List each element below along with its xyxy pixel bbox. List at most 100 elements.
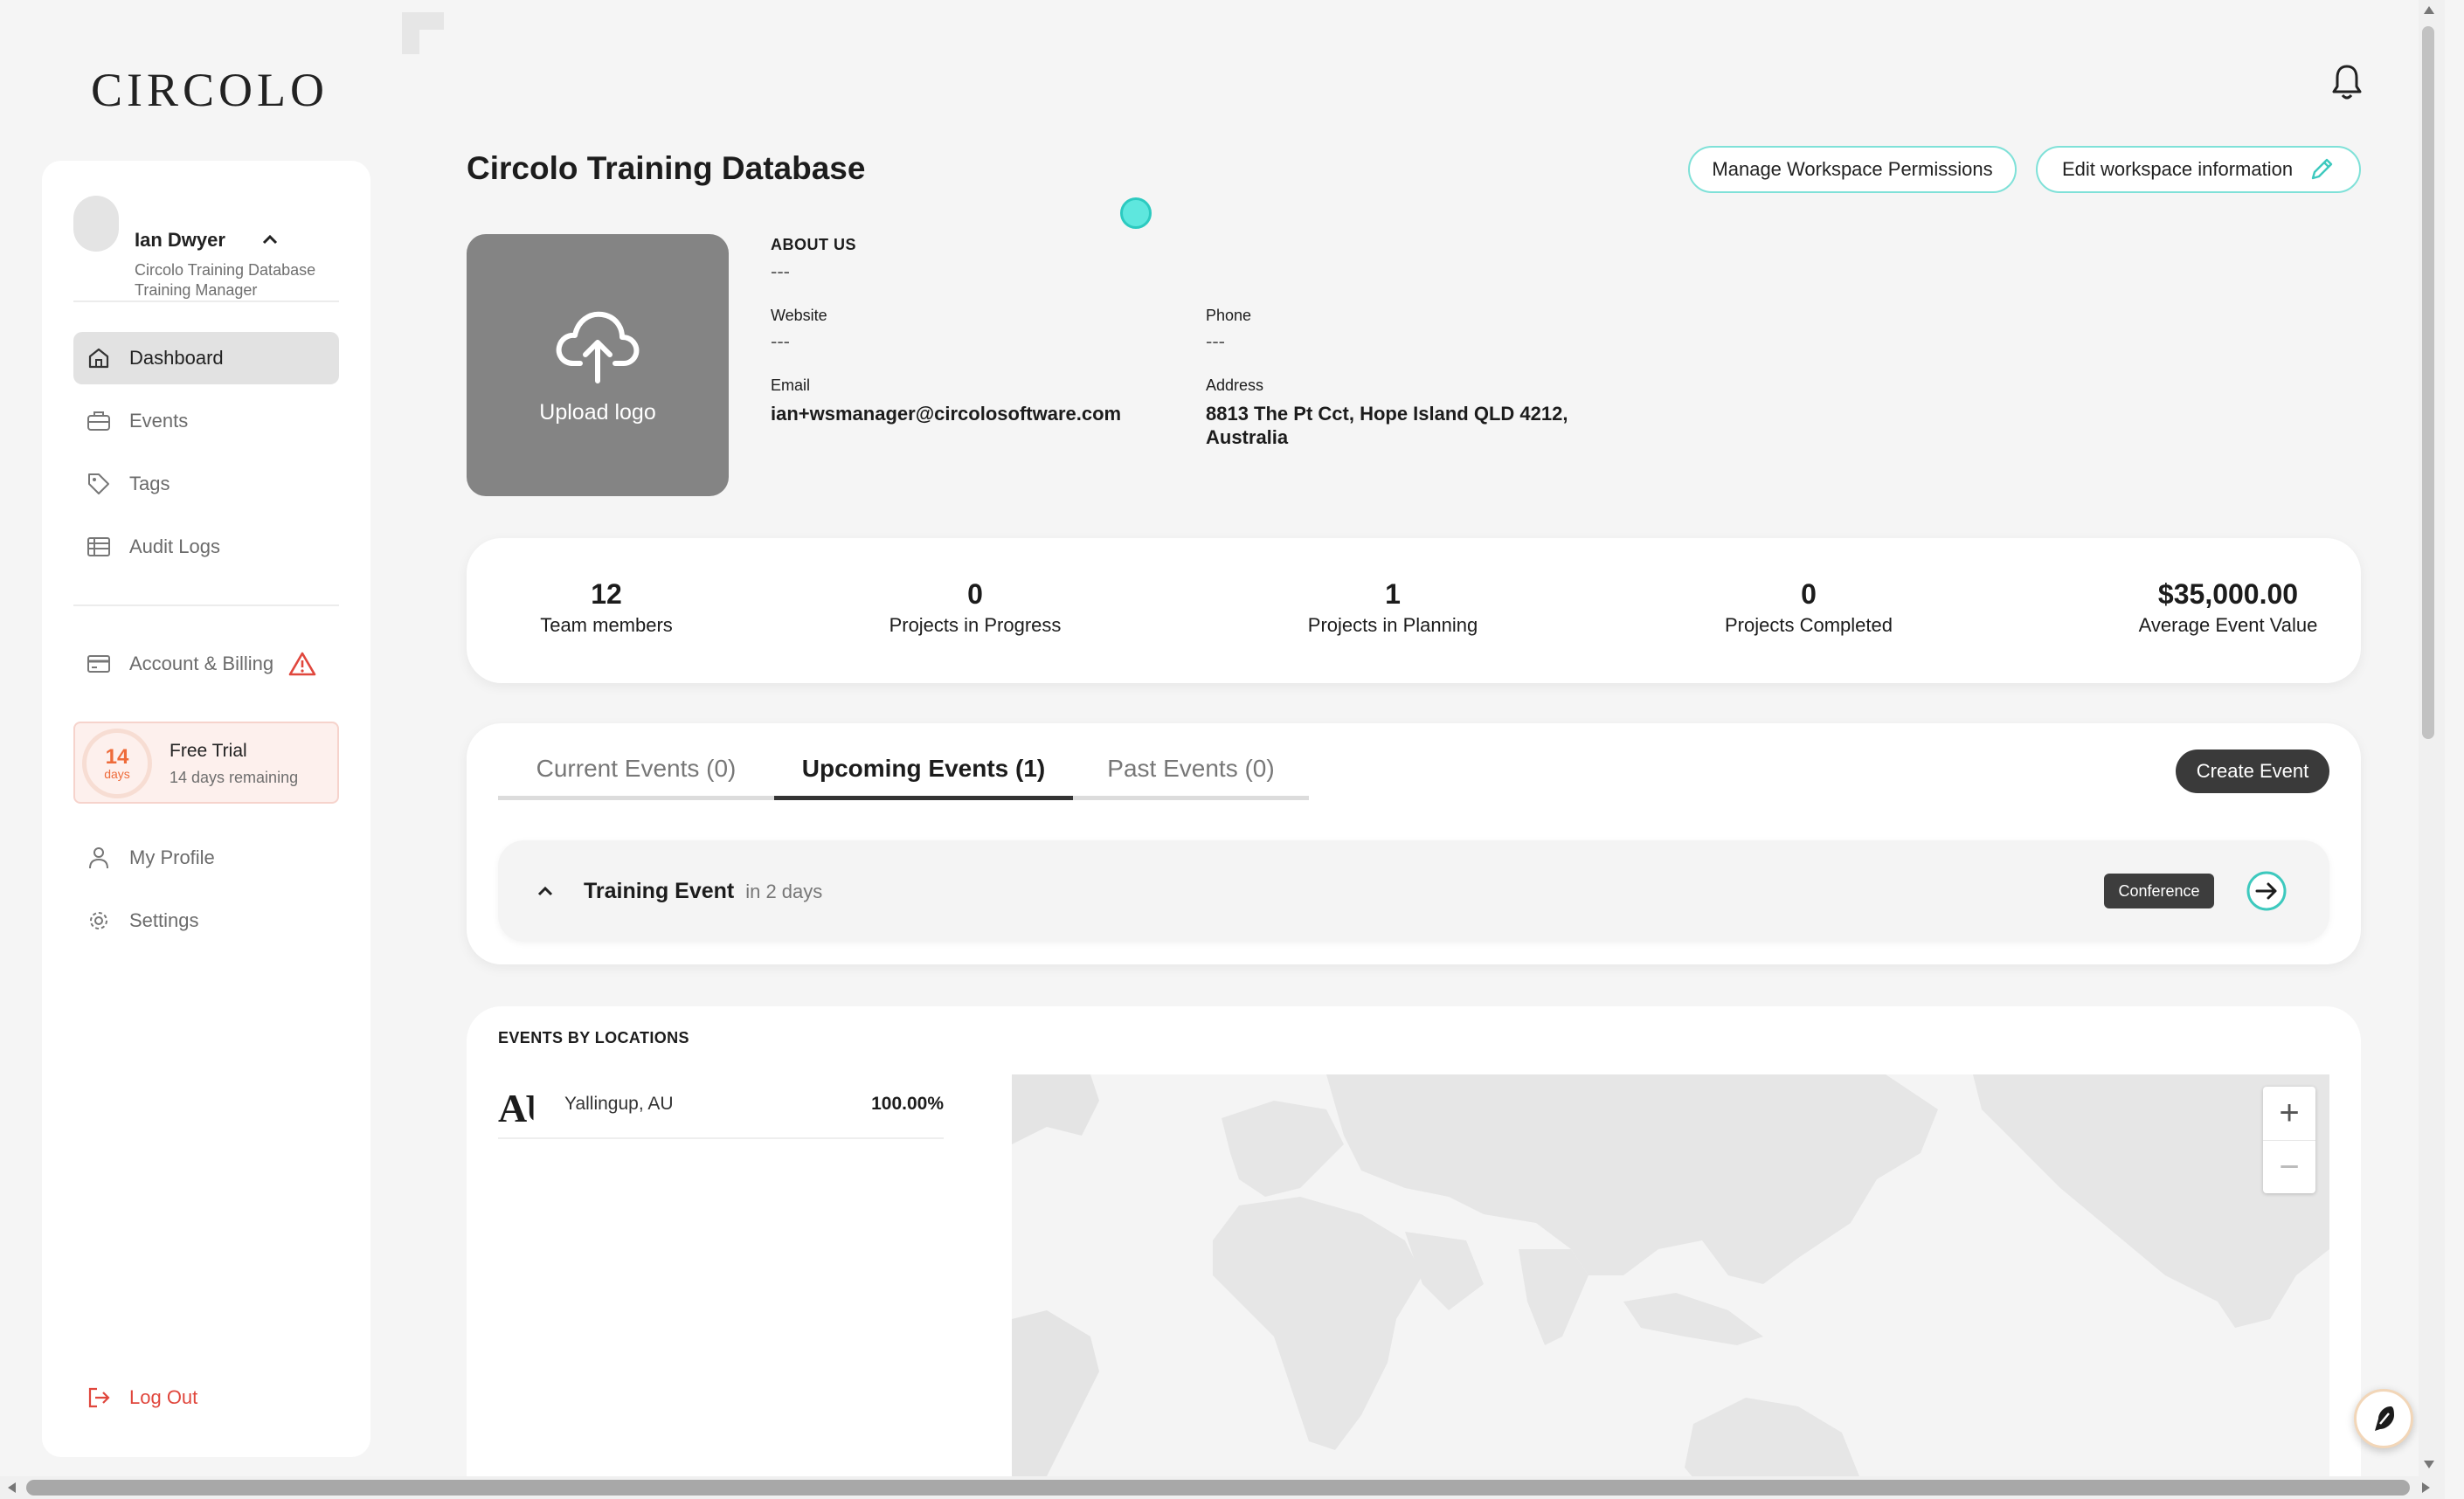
- sidebar-item-events[interactable]: Events: [73, 395, 339, 447]
- bell-icon[interactable]: [2331, 63, 2363, 101]
- sidebar-item-label: Account & Billing: [129, 653, 274, 674]
- cloud-upload-icon: [556, 311, 640, 383]
- sidebar: Ian Dwyer Circolo Training Database Trai…: [42, 161, 370, 1457]
- sidebar-item-dashboard[interactable]: Dashboard: [73, 332, 339, 384]
- zoom-out-button[interactable]: −: [2263, 1140, 2315, 1193]
- sidebar-item-label: Settings: [129, 909, 199, 931]
- user-role: Training Manager: [135, 281, 258, 299]
- trial-days-unit: days: [104, 767, 130, 781]
- vertical-scroll-thumb[interactable]: [2422, 26, 2434, 739]
- stat-value: 0: [1801, 578, 1817, 610]
- scroll-down-arrow-icon[interactable]: [2422, 1459, 2436, 1471]
- about-us-label: ABOUT US: [771, 236, 856, 253]
- arrow-right-circle-icon[interactable]: [2246, 870, 2288, 912]
- divider: [73, 300, 339, 302]
- zoom-in-button[interactable]: +: [2263, 1087, 2315, 1140]
- stat-value: $35,000.00: [2157, 578, 2299, 610]
- email-value: ian+wsmanager@circolosoftware.com: [771, 403, 1122, 425]
- horizontal-scrollbar[interactable]: [0, 1476, 2445, 1499]
- location-name: Yallingup, AU: [564, 1094, 674, 1114]
- table-icon: [86, 534, 112, 560]
- about-us-value: ---: [771, 260, 790, 282]
- sidebar-item-my-profile[interactable]: My Profile: [73, 832, 339, 884]
- divider: [73, 604, 339, 606]
- user-menu[interactable]: Ian Dwyer Circolo Training Database Trai…: [73, 192, 344, 299]
- event-type-badge: Conference: [2104, 874, 2214, 908]
- stat-label: Team members: [540, 614, 673, 636]
- sidebar-item-label: Events: [129, 410, 189, 432]
- credit-card-icon: [86, 651, 112, 677]
- stat-team-members: 12 Team members: [467, 578, 746, 637]
- stat-value: 12: [591, 578, 622, 610]
- gear-icon: [86, 908, 112, 934]
- warning-icon: [288, 652, 316, 676]
- logout-icon: [86, 1385, 112, 1411]
- chat-icon: [2375, 1406, 2394, 1431]
- locations-title: EVENTS BY LOCATIONS: [498, 1029, 689, 1047]
- stat-label: Projects in Progress: [889, 614, 1062, 636]
- phone-value: ---: [1206, 330, 1225, 352]
- stat-label: Projects in Planning: [1307, 614, 1478, 636]
- sidebar-item-account-billing[interactable]: Account & Billing: [73, 638, 339, 690]
- home-icon: [86, 345, 112, 371]
- location-percent: 100.00%: [871, 1094, 944, 1114]
- briefcase-icon: [86, 408, 112, 434]
- scroll-left-arrow-icon[interactable]: [5, 1481, 17, 1495]
- tab-past-events[interactable]: Past Events (0): [1073, 755, 1309, 800]
- stat-label: Projects Completed: [1725, 614, 1893, 636]
- vertical-scrollbar[interactable]: [2419, 0, 2445, 1476]
- create-event-button[interactable]: Create Event: [2176, 750, 2329, 793]
- avatar: [73, 196, 119, 252]
- scroll-right-arrow-icon[interactable]: [2420, 1481, 2433, 1495]
- trial-days-number: 14: [105, 745, 129, 769]
- horizontal-scroll-thumb[interactable]: [26, 1480, 2410, 1496]
- upload-logo-button[interactable]: Upload logo: [467, 234, 729, 496]
- user-icon: [86, 845, 112, 871]
- edit-workspace-button[interactable]: Edit workspace information: [2036, 146, 2361, 193]
- event-row[interactable]: Training Event in 2 days Conference: [498, 840, 2329, 942]
- email-label: Email: [771, 376, 811, 394]
- stat-label: Average Event Value: [2138, 614, 2318, 636]
- user-name: Ian Dwyer: [135, 229, 225, 251]
- edit-workspace-label: Edit workspace information: [2061, 158, 2294, 180]
- tab-current-events[interactable]: Current Events (0): [498, 755, 774, 800]
- sidebar-item-label: Tags: [129, 473, 170, 494]
- sidebar-item-settings[interactable]: Settings: [73, 895, 339, 947]
- stat-projects-in-progress: 0 Projects in Progress: [835, 578, 1115, 637]
- stat-value: 1: [1385, 578, 1401, 610]
- stat-value: 0: [967, 578, 983, 610]
- scroll-up-arrow-icon[interactable]: [2422, 3, 2436, 16]
- sidebar-item-tags[interactable]: Tags: [73, 458, 339, 510]
- chevron-up-icon[interactable]: [535, 881, 556, 901]
- stat-average-event-value: $35,000.00 Average Event Value: [2088, 578, 2368, 637]
- upload-logo-label: Upload logo: [539, 400, 656, 425]
- logout-button[interactable]: Log Out: [73, 1371, 339, 1424]
- stat-projects-in-planning: 1 Projects in Planning: [1253, 578, 1533, 637]
- stat-projects-completed: 0 Projects Completed: [1669, 578, 1948, 637]
- help-chat-button[interactable]: [2354, 1389, 2413, 1448]
- sidebar-item-label: Audit Logs: [129, 535, 220, 557]
- trial-title: Free Trial: [170, 741, 247, 761]
- address-value: 8813 The Pt Cct, Hope Island QLD 4212, A…: [1206, 402, 1568, 449]
- event-name: Training Event in 2 days: [584, 879, 822, 904]
- world-map[interactable]: [1012, 1074, 2329, 1499]
- sidebar-item-label: My Profile: [129, 846, 215, 868]
- free-trial-card[interactable]: 14 days Free Trial 14 days remaining: [73, 722, 339, 804]
- trial-subtitle: 14 days remaining: [170, 769, 299, 786]
- user-org: Circolo Training Database Training Manag…: [135, 260, 315, 300]
- au-flag: AU: [498, 1086, 553, 1130]
- tab-upcoming-events[interactable]: Upcoming Events (1): [774, 755, 1073, 800]
- chevron-up-icon[interactable]: [260, 232, 280, 246]
- sidebar-item-audit-logs[interactable]: Audit Logs: [73, 521, 339, 573]
- manage-permissions-button[interactable]: Manage Workspace Permissions: [1688, 146, 2017, 193]
- event-title: Training Event: [584, 879, 735, 903]
- sidebar-item-label: Dashboard: [129, 347, 224, 369]
- website-label: Website: [771, 307, 827, 324]
- trial-days-badge: 14 days: [82, 729, 152, 798]
- address-line-2: Australia: [1206, 426, 1289, 448]
- page-title: Circolo Training Database: [467, 150, 866, 186]
- world-map-graphic: [1012, 1074, 2329, 1499]
- sidebar-item-label: Log Out: [129, 1386, 198, 1408]
- locations-card: EVENTS BY LOCATIONS AU Yallingup, AU 100…: [467, 1006, 2361, 1499]
- website-value: ---: [771, 330, 790, 352]
